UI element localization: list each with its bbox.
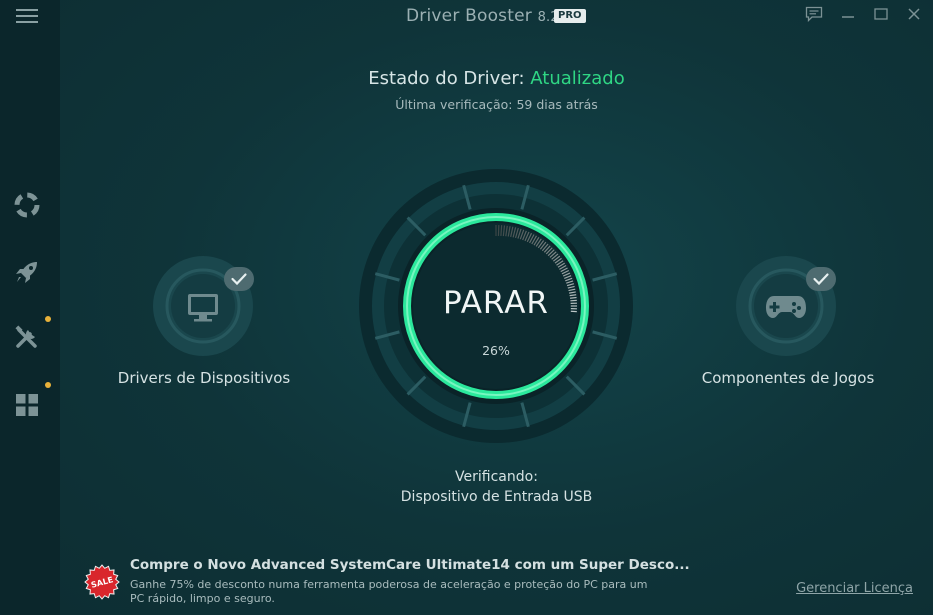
maximize-button[interactable]: [870, 6, 892, 26]
action-center-notification-dot: [45, 382, 51, 388]
game-components-check-badge: [805, 266, 837, 296]
tools-icon: [13, 324, 41, 356]
sidebar-item-scan[interactable]: [10, 190, 44, 224]
sidebar-item-action-center[interactable]: [10, 390, 44, 424]
close-icon: [906, 6, 922, 26]
stop-button[interactable]: PARAR: [358, 285, 634, 321]
promo-description: Ganhe 75% de desconto numa ferramenta po…: [130, 578, 648, 605]
lifebuoy-icon: [13, 191, 41, 223]
driver-status-value: Atualizado: [530, 68, 625, 89]
main-panel: Driver Booster 8.2 PRO Estado do Driver:…: [60, 0, 933, 615]
check-icon: [224, 267, 254, 291]
sidebar: [0, 0, 60, 615]
device-drivers-check-badge: [223, 266, 255, 296]
pro-badge: PRO: [554, 9, 586, 23]
maximize-icon: [873, 6, 889, 26]
sidebar-item-tools[interactable]: [10, 323, 44, 357]
minimize-icon: [840, 6, 856, 26]
check-icon: [806, 267, 836, 291]
progress-percent: 26%: [482, 343, 510, 358]
minimize-button[interactable]: [837, 6, 859, 26]
gauge-progress-tick: [500, 225, 503, 237]
last-check-text: Última verificação: 59 dias atrás: [395, 97, 598, 112]
promo-title[interactable]: Compre o Novo Advanced SystemCare Ultima…: [130, 557, 690, 573]
manage-license-link[interactable]: Gerenciar Licença: [796, 581, 913, 596]
feedback-icon: [805, 6, 823, 26]
checking-label: Verificando:: [455, 469, 538, 485]
driver-status-label: Estado do Driver:: [368, 68, 525, 89]
checking-item: Dispositivo de Entrada USB: [400, 489, 593, 505]
app-name: Driver Booster: [406, 6, 532, 26]
rocket-icon: [13, 258, 41, 290]
close-button[interactable]: [903, 6, 925, 26]
grid-icon: [15, 393, 39, 421]
sale-badge[interactable]: SALE: [84, 564, 120, 604]
driver-status: Estado do Driver: Atualizado: [60, 68, 933, 89]
tools-notification-dot: [45, 316, 51, 322]
window-title: Driver Booster 8.2: [406, 6, 559, 26]
sale-icon: SALE: [84, 564, 120, 600]
hamburger-menu-icon: [15, 7, 39, 29]
game-components-label: Componentes de Jogos: [701, 369, 875, 387]
feedback-button[interactable]: [803, 6, 825, 26]
device-drivers-label: Drivers de Dispositivos: [117, 369, 291, 387]
menu-button[interactable]: [10, 1, 44, 35]
sidebar-item-boost[interactable]: [10, 257, 44, 291]
